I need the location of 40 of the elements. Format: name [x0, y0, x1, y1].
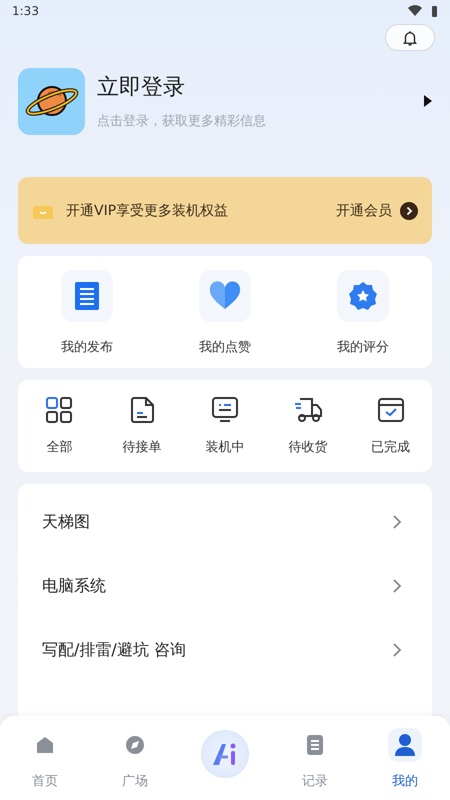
calendar-check-icon	[376, 396, 405, 424]
order-status-item[interactable]: 已完成	[349, 396, 432, 456]
vip-card-icon	[32, 202, 54, 220]
chevron-right-icon	[392, 578, 402, 594]
notification-button[interactable]	[385, 24, 435, 51]
order-status-item[interactable]: 装机中	[184, 396, 266, 456]
monitor-icon	[210, 396, 239, 424]
vip-join-button[interactable]: 开通会员	[336, 202, 418, 220]
wifi-battery-icon	[408, 5, 438, 17]
login-title[interactable]: 立即登录	[97, 72, 412, 102]
chevron-right-icon	[392, 514, 402, 530]
compass-icon	[125, 735, 145, 755]
order-status-item[interactable]: 待接单	[100, 396, 184, 456]
ai-button[interactable]	[201, 730, 249, 778]
bell-icon	[401, 28, 419, 46]
document-icon	[129, 396, 156, 424]
chevron-right-icon	[392, 642, 402, 658]
vip-banner[interactable]: 开通VIP享受更多装机权益 开通会员	[18, 177, 432, 244]
menu-item[interactable]: 电脑系统	[18, 554, 432, 618]
login-subtitle: 点击登录，获取更多精彩信息	[97, 113, 267, 130]
order-status-item[interactable]: 待收货	[266, 396, 350, 456]
quick-link[interactable]: 我的发布	[18, 270, 156, 356]
arrow-circle-icon	[400, 202, 418, 220]
quick-link[interactable]: 我的评分	[294, 270, 432, 356]
document-icon	[74, 281, 100, 311]
grid-icon	[45, 396, 74, 424]
quick-link[interactable]: 我的点赞	[156, 270, 294, 356]
avatar[interactable]	[18, 68, 85, 134]
list-icon	[306, 734, 324, 756]
truck-icon	[292, 396, 323, 424]
vip-promo-text: 开通VIP享受更多装机权益	[66, 202, 230, 220]
star-badge-icon	[348, 281, 378, 311]
menu-item[interactable]: 天梯图	[18, 490, 432, 554]
caret-right-icon[interactable]	[424, 95, 432, 107]
home-icon	[35, 735, 55, 755]
order-status-item[interactable]: 全部	[18, 396, 101, 456]
status-time: 1:33	[12, 4, 39, 18]
heart-icon	[209, 281, 241, 311]
menu-item[interactable]: 写配/排雷/避坑 咨询	[18, 618, 432, 682]
person-icon	[394, 733, 416, 757]
